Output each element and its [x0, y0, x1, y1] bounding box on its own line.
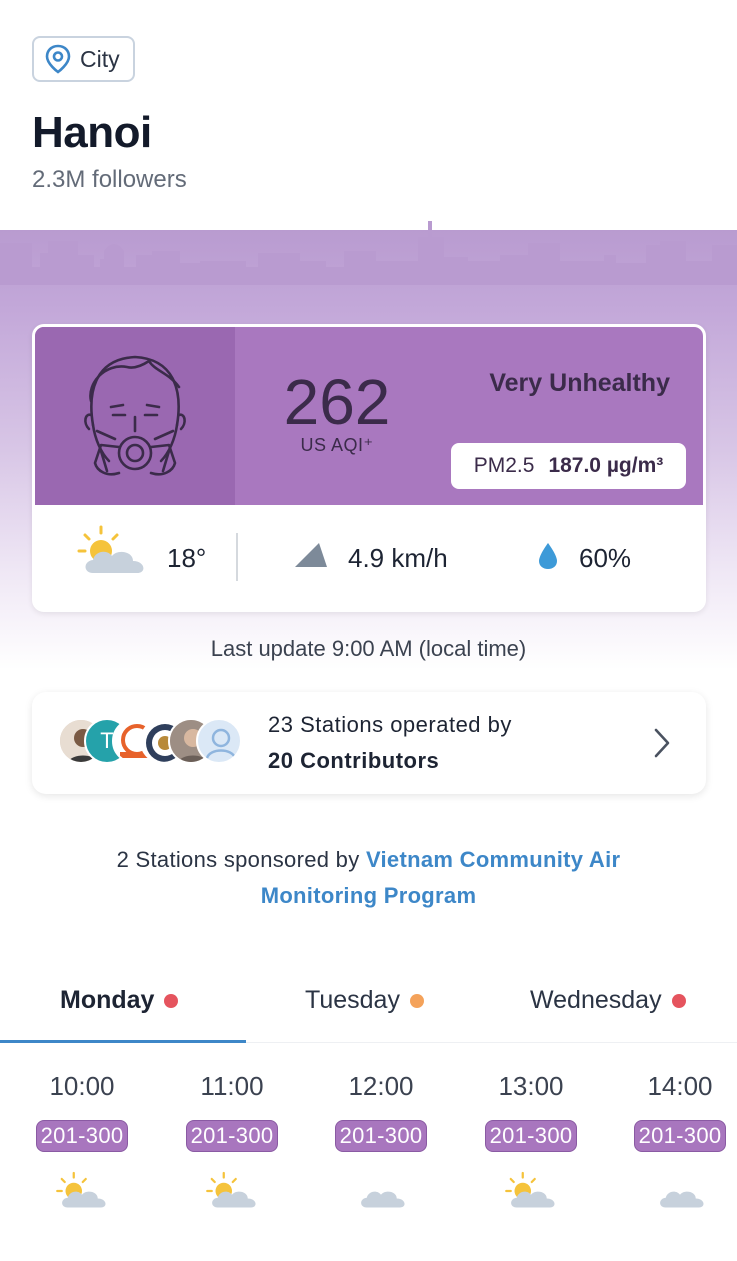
city-type-chip[interactable]: City — [32, 36, 135, 82]
cloud-icon — [660, 1191, 704, 1208]
hourly-item[interactable]: 10:00 201-300 — [27, 1066, 137, 1212]
hourly-forecast: 10:00 201-300 11:00 201-300 12:00 201-30… — [0, 1066, 737, 1246]
aqi-summary-panel: 262 US AQI⁺ Very Unhealthy PM2.5 187.0 µ… — [35, 327, 703, 505]
sponsor-prefix: 2 Stations sponsored by — [116, 847, 366, 872]
wind-icon — [295, 543, 327, 567]
tab-monday[interactable]: Monday — [60, 986, 179, 1015]
aqi-range-badge: 201-300 — [185, 1120, 279, 1152]
aqi-card[interactable]: 262 US AQI⁺ Very Unhealthy PM2.5 187.0 µ… — [32, 324, 706, 612]
city-skyline-illustration — [0, 221, 737, 285]
hour-time: 12:00 — [348, 1071, 414, 1101]
tab-label: Monday — [60, 986, 155, 1014]
tab-label: Tuesday — [305, 986, 400, 1014]
contributors-count-text: 20 Contributors — [268, 748, 440, 773]
hourly-item[interactable]: 13:00 201-300 — [476, 1066, 586, 1212]
sun-cloud-icon — [56, 1171, 106, 1208]
temperature-value: 18° — [167, 543, 207, 573]
contributor-avatar-placeholder — [196, 718, 242, 764]
aqi-status-dot — [164, 993, 179, 1008]
cloud-icon — [361, 1191, 405, 1208]
forecast-day-tabs: Monday Tuesday Wednesday — [0, 980, 737, 1046]
aqi-range-badge: 201-300 — [334, 1120, 428, 1152]
hourly-item[interactable]: 11:00 201-300 — [177, 1066, 287, 1212]
humidity-drop-icon — [539, 543, 557, 569]
aqi-range-badge: 201-300 — [633, 1120, 727, 1152]
hour-time: 10:00 — [49, 1071, 115, 1101]
hour-time: 13:00 — [498, 1071, 564, 1101]
location-pin-icon — [45, 44, 71, 74]
pollutant-name: PM2.5 — [473, 454, 535, 477]
aqi-status-dot — [409, 993, 424, 1008]
pollutant-concentration: 187.0 µg/m³ — [548, 454, 664, 477]
main-pollutant-box: PM2.5 187.0 µg/m³ — [451, 443, 686, 489]
aqi-face-panel — [35, 327, 235, 505]
sun-cloud-icon — [77, 525, 144, 573]
followers-count: 2.3M followers — [32, 166, 187, 193]
tab-label: Wednesday — [530, 986, 662, 1014]
hour-time: 11:00 — [200, 1071, 264, 1101]
hour-time: 14:00 — [647, 1071, 713, 1101]
aqi-status-label: Very Unhealthy — [489, 369, 670, 397]
tab-wednesday[interactable]: Wednesday — [530, 986, 686, 1015]
city-chip-label: City — [80, 45, 120, 72]
aqi-value: 262 — [283, 366, 391, 438]
stations-count-text: 23 Stations operated by — [268, 712, 512, 737]
sun-cloud-icon — [505, 1171, 555, 1208]
hourly-item[interactable]: 12:00 201-300 — [326, 1066, 436, 1212]
aqi-range-badge: 201-300 — [35, 1120, 129, 1152]
selected-tab-indicator — [0, 1040, 246, 1043]
aqi-unit: US AQI⁺ — [300, 435, 374, 455]
sun-cloud-icon — [206, 1171, 256, 1208]
hourly-item[interactable]: 14:00 201-300 — [625, 1066, 735, 1212]
tab-tuesday[interactable]: Tuesday — [305, 986, 424, 1015]
last-update-text: Last update 9:00 AM (local time) — [210, 636, 527, 661]
page-title: Hanoi — [32, 108, 152, 157]
sponsor-text: 2 Stations sponsored by Vietnam Communit… — [60, 842, 677, 914]
aqi-range-badge: 201-300 — [484, 1120, 578, 1152]
humidity-value: 60% — [579, 543, 632, 573]
gas-mask-face-icon — [84, 355, 186, 476]
aqi-status-dot — [671, 993, 686, 1008]
wind-speed-value: 4.9 km/h — [348, 543, 448, 573]
contributors-card[interactable]: T 23 Stations operated by 20 Contributor… — [32, 692, 706, 794]
weather-divider — [236, 533, 238, 581]
weather-row: 18° 4.9 km/h 60% — [35, 505, 703, 609]
chevron-right-icon — [654, 728, 670, 758]
